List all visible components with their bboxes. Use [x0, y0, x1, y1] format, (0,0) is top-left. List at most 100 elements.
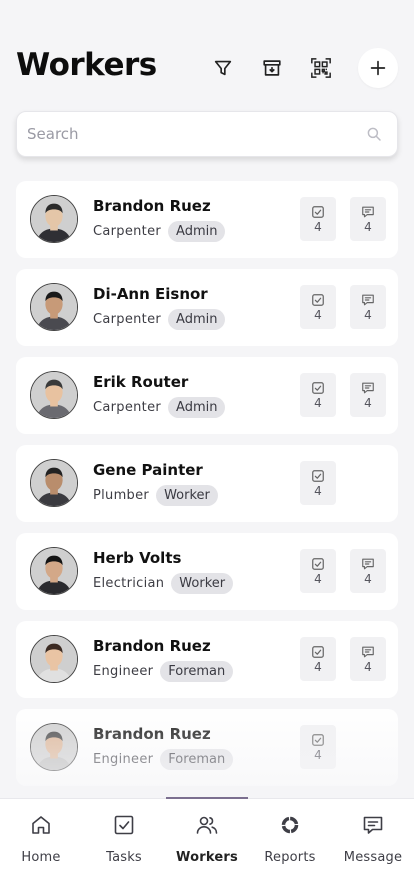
- nav-item-workers[interactable]: Workers: [166, 813, 248, 865]
- worker-role: Carpenter: [93, 224, 162, 239]
- home-icon: [32, 816, 50, 834]
- worker-role: Engineer: [93, 664, 154, 679]
- worker-meta: Carpenter Admin: [93, 397, 226, 418]
- nav-active-indicator: [166, 797, 248, 799]
- avatar: [30, 547, 78, 595]
- avatar: [30, 635, 78, 683]
- worker-card[interactable]: Brandon Ruez Carpenter Admin 4 4: [16, 181, 398, 258]
- nav-label-tasks: Tasks: [106, 850, 142, 865]
- tasks-count-button[interactable]: 4: [300, 373, 336, 417]
- role-badge: Admin: [168, 221, 226, 242]
- task-check-icon: [312, 645, 324, 658]
- task-check-icon: [312, 381, 324, 394]
- tasks-count-button[interactable]: 4: [300, 197, 336, 241]
- task-check-icon: [312, 733, 324, 746]
- worker-card[interactable]: Gene Painter Plumber Worker 4: [16, 445, 398, 522]
- messages-count: 4: [364, 219, 372, 234]
- worker-role: Electrician: [93, 576, 165, 591]
- search-bar: [16, 111, 398, 157]
- messages-count: 4: [364, 307, 372, 322]
- worker-name: Brandon Ruez: [93, 637, 211, 655]
- tasks-count: 4: [314, 307, 322, 322]
- tasks-count: 4: [314, 395, 322, 410]
- add-worker-button[interactable]: [358, 48, 398, 88]
- message-count-icon: [362, 206, 374, 217]
- role-badge: Foreman: [160, 661, 234, 682]
- tasks-count: 4: [314, 659, 322, 674]
- messages-count-button[interactable]: 4: [350, 285, 386, 329]
- messages-count-button[interactable]: 4: [350, 197, 386, 241]
- worker-card[interactable]: Erik Router Carpenter Admin 4 4: [16, 357, 398, 434]
- tasks-count-button[interactable]: 4: [300, 285, 336, 329]
- task-check-icon: [312, 557, 324, 570]
- tasks-count: 4: [314, 571, 322, 586]
- avatar: [30, 723, 78, 771]
- message-count-icon: [362, 558, 374, 569]
- message-count-icon: [362, 294, 374, 305]
- header: Workers: [0, 0, 414, 100]
- avatar: [30, 195, 78, 243]
- worker-meta: Carpenter Admin: [93, 309, 226, 330]
- role-badge: Admin: [168, 309, 226, 330]
- filter-button[interactable]: [203, 48, 243, 88]
- archive-button[interactable]: [252, 48, 292, 88]
- messages-count-button[interactable]: 4: [350, 549, 386, 593]
- nav-item-message[interactable]: Message: [332, 813, 414, 865]
- worker-name: Gene Painter: [93, 461, 203, 479]
- tasks-count-button[interactable]: 4: [300, 461, 336, 505]
- page-title: Workers: [16, 47, 157, 83]
- search-input[interactable]: [27, 125, 365, 143]
- messages-count-button[interactable]: 4: [350, 373, 386, 417]
- filter-icon: [214, 60, 232, 76]
- nav-item-home[interactable]: Home: [0, 813, 82, 865]
- task-check-icon: [312, 293, 324, 306]
- message-count-icon: [362, 646, 374, 657]
- avatar: [30, 371, 78, 419]
- search-icon[interactable]: [365, 125, 383, 143]
- worker-role: Plumber: [93, 488, 150, 503]
- message-count-icon: [362, 382, 374, 393]
- role-badge: Worker: [156, 485, 218, 506]
- worker-name: Erik Router: [93, 373, 189, 391]
- messages-count: 4: [364, 571, 372, 586]
- nav-label-message: Message: [343, 850, 403, 865]
- bottom-nav: Home Tasks Workers Reports Message: [0, 797, 414, 896]
- role-badge: Worker: [171, 573, 234, 594]
- worker-name: Herb Volts: [93, 549, 182, 567]
- nav-label-home: Home: [21, 850, 61, 865]
- tasks-count: 4: [314, 483, 322, 498]
- tasks-count-button[interactable]: 4: [300, 725, 336, 769]
- message-icon: [363, 816, 383, 834]
- role-badge: Foreman: [160, 749, 234, 770]
- worker-card[interactable]: Brandon Ruez Engineer Foreman 4 4: [16, 621, 398, 698]
- worker-card[interactable]: Di-Ann Eisnor Carpenter Admin 4 4: [16, 269, 398, 346]
- worker-name: Brandon Ruez: [93, 725, 211, 743]
- worker-meta: Plumber Worker: [93, 485, 218, 506]
- role-badge: Admin: [168, 397, 226, 418]
- messages-count: 4: [364, 395, 372, 410]
- avatar: [30, 283, 78, 331]
- worker-meta: Carpenter Admin: [93, 221, 226, 242]
- nav-label-reports: Reports: [264, 850, 316, 865]
- tasks-count: 4: [314, 747, 322, 762]
- nav-item-tasks[interactable]: Tasks: [83, 813, 165, 865]
- worker-card[interactable]: Brandon Ruez Engineer Foreman 4: [16, 709, 398, 786]
- tasks-count-button[interactable]: 4: [300, 549, 336, 593]
- worker-name: Brandon Ruez: [93, 197, 211, 215]
- tasks-count-button[interactable]: 4: [300, 637, 336, 681]
- reports-icon: [281, 816, 299, 834]
- worker-name: Di-Ann Eisnor: [93, 285, 208, 303]
- messages-count-button[interactable]: 4: [350, 637, 386, 681]
- tasks-count: 4: [314, 219, 322, 234]
- worker-meta: Engineer Foreman: [93, 661, 234, 682]
- worker-meta: Electrician Worker: [93, 573, 234, 594]
- archive-icon: [263, 60, 281, 76]
- worker-card[interactable]: Herb Volts Electrician Worker 4 4: [16, 533, 398, 610]
- nav-item-reports[interactable]: Reports: [249, 813, 331, 865]
- worker-role: Carpenter: [93, 312, 162, 327]
- qr-code-icon: [311, 58, 331, 78]
- worker-role: Carpenter: [93, 400, 162, 415]
- worker-meta: Engineer Foreman: [93, 749, 234, 770]
- avatar: [30, 459, 78, 507]
- qr-scan-button[interactable]: [301, 48, 341, 88]
